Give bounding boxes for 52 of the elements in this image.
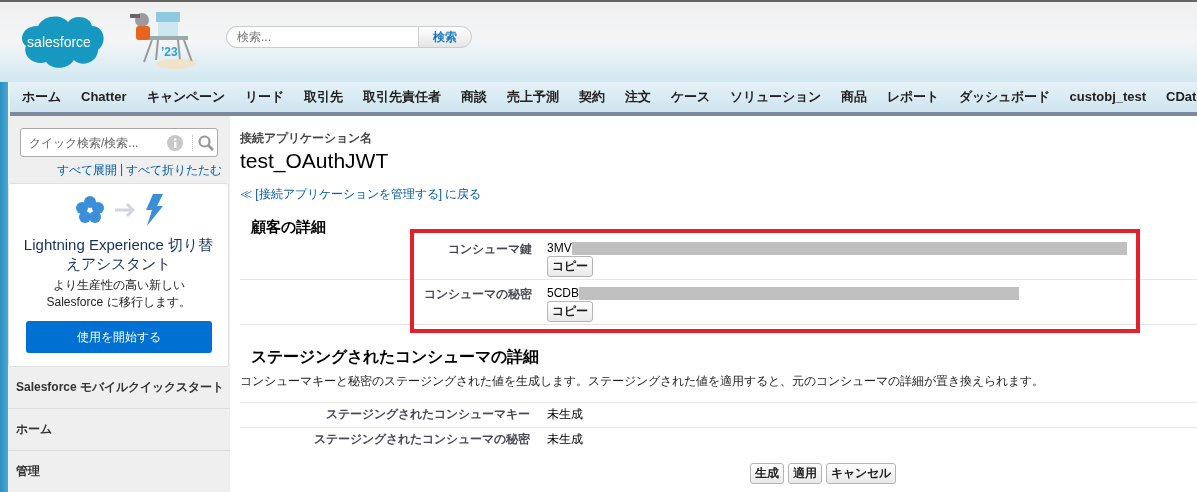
field-label: ステージングされたコンシューマの秘密: [313, 431, 531, 448]
search-icon: [192, 134, 214, 151]
field-value: 未生成: [547, 431, 583, 448]
section-heading: ステージングされたコンシューマの詳細: [251, 347, 540, 367]
nav-tab[interactable]: 取引先責任者: [350, 82, 449, 112]
nav-tab[interactable]: 注文: [612, 82, 659, 112]
copy-button[interactable]: コピー: [547, 256, 593, 277]
nav-tab[interactable]: 商談: [448, 82, 495, 112]
action-button[interactable]: 適用: [788, 463, 822, 484]
nav-tab[interactable]: Chatter: [69, 82, 135, 112]
separator: |: [119, 162, 123, 178]
page-title: test_OAuthJWT: [240, 149, 390, 173]
section-heading: 顧客の詳細: [251, 218, 327, 237]
nav-tab[interactable]: CDat: [1154, 82, 1197, 112]
nav-tab[interactable]: 売上予測: [494, 82, 567, 112]
nav-tab[interactable]: ケース: [658, 82, 718, 112]
sidebar-link[interactable]: すべて展開: [56, 162, 117, 179]
nav-tab[interactable]: 商品: [828, 82, 875, 112]
start-button[interactable]: 使用を開始する: [25, 321, 212, 353]
back-link[interactable]: ≪ [接続アプリケーションを管理する] に戻る: [240, 186, 1197, 203]
promo-title: Lightning Experience 切り替えアシスタント: [23, 235, 214, 273]
search-field[interactable]: 検索...: [226, 26, 418, 48]
info-icon: [167, 134, 183, 151]
year-label: ’23: [161, 45, 178, 59]
field-label: コンシューマの秘密: [423, 286, 533, 303]
field-value: 3MV: [547, 241, 572, 255]
search-button[interactable]: 検索: [418, 26, 472, 48]
page-label: 接続アプリケーション名: [240, 130, 373, 147]
nav-tab[interactable]: ソリューション: [717, 82, 829, 112]
field-value: 未生成: [547, 406, 583, 423]
field-value: 5CDB: [547, 286, 579, 300]
field-label: コンシューマ鍵: [447, 241, 533, 258]
nav-tab[interactable]: レポート: [874, 82, 947, 112]
nav-tab[interactable]: リード: [232, 82, 292, 112]
nav-tab[interactable]: ダッシュボード: [946, 82, 1058, 112]
arrow-icon: [112, 200, 135, 220]
promo-description: より生産性の高い新しい Salesforce に移行します。: [45, 277, 192, 311]
copy-button[interactable]: コピー: [547, 301, 593, 322]
section-description: コンシューマキーと秘密のステージングされた値を生成します。ステージングされた値を適用すると、元のコンシューマの詳細が置き換えられます。: [240, 373, 1045, 390]
quick-search-field[interactable]: クイック検索/検索...: [29, 135, 161, 150]
sidebar-link[interactable]: すべて折りたたむ: [126, 162, 222, 179]
nav-tab[interactable]: キャンペーン: [134, 82, 233, 112]
field-label: ステージングされたコンシューマキー: [325, 406, 531, 423]
nav-tab[interactable]: 取引先: [291, 82, 351, 112]
nav-tab[interactable]: 契約: [566, 82, 613, 112]
mascot-drawing: [130, 12, 196, 69]
action-button[interactable]: 生成: [750, 463, 784, 484]
nav-tab[interactable]: custobj_test: [1057, 82, 1155, 112]
action-button[interactable]: キャンセル: [826, 463, 896, 484]
quick-search-box[interactable]: クイック検索/検索...: [20, 128, 218, 157]
flower-icon: [74, 195, 105, 225]
nav-tab[interactable]: ホーム: [10, 82, 69, 112]
